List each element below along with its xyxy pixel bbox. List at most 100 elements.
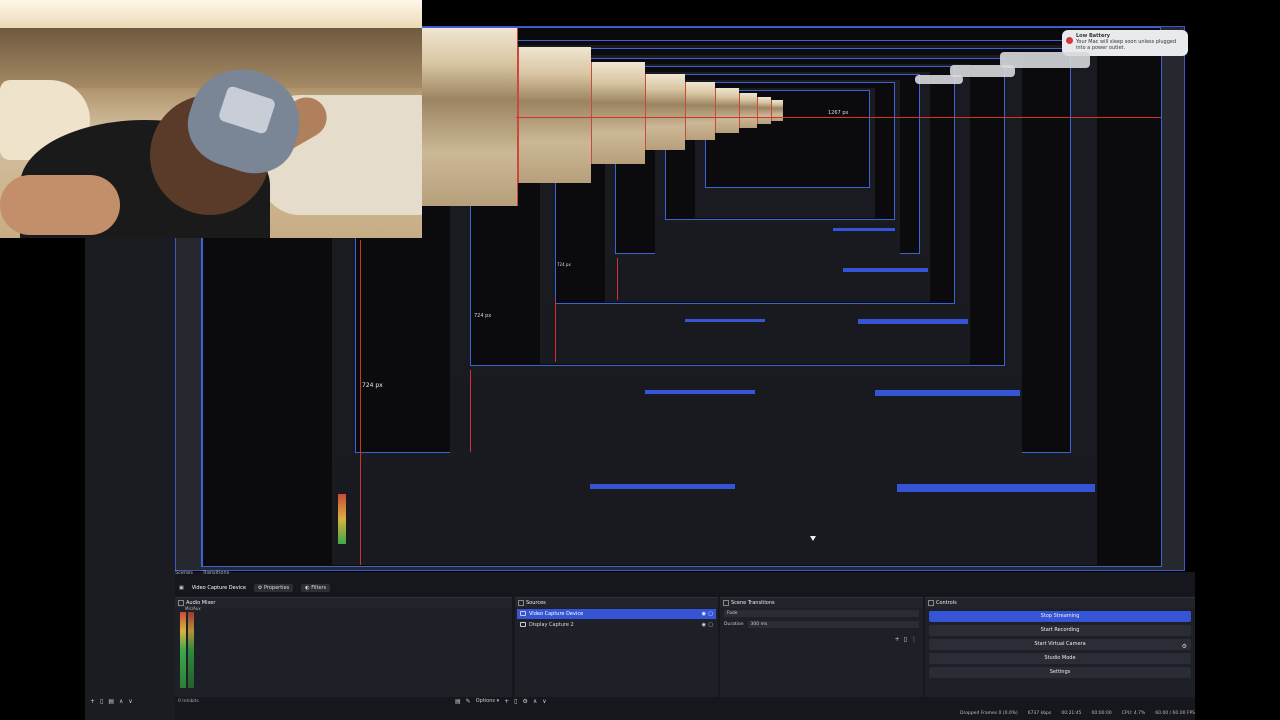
nested-dock-controls [897,484,1095,492]
source-item[interactable]: Video Capture Device ◉ ▢ [517,609,716,619]
tab-transitions[interactable]: Transitions [202,570,229,576]
webcam-echo-6 [715,88,739,133]
scene-transitions-panel: Scene Transitions Fade Duration 300 ms +… [720,597,923,697]
fps: 60.00 / 60.00 FPS [1155,711,1196,716]
nested-dock-sources-3 [685,319,765,322]
nested-dock-controls-2 [875,390,1020,396]
nested-dock-controls-5 [833,228,895,231]
source-toolbar: ▣ Video Capture Device ⚙ Properties ◐ Fi… [175,582,1195,594]
lock-icon[interactable]: ▢ [708,611,713,617]
size-label: 1267 px [828,110,849,116]
status-bar: Dropped Frames 0 (0.0%) 6737 kbps 00:21:… [960,711,1195,716]
source-gear-icon[interactable]: ⚙ [522,698,527,705]
size-label: 724 px [557,262,571,267]
stop-streaming-button[interactable]: Stop Streaming [929,611,1191,622]
duration-input[interactable]: 300 ms [747,621,919,628]
nested-dock-sources-2 [645,390,755,394]
guide-line-horizontal [516,117,1161,118]
move-up-icon[interactable]: ∧ [533,698,537,705]
options-dropdown[interactable]: Options ▾ [476,698,499,705]
move-down-icon[interactable]: ∨ [542,698,546,705]
remove-scene-icon[interactable]: ▯ [100,698,103,705]
sources-title: Sources [515,598,718,608]
start-virtual-camera-button[interactable]: Start Virtual Camera [929,639,1191,650]
webcam-video [0,0,422,238]
webcam-echo-1 [422,28,518,206]
scenes-footer-tools: + ▯ ▤ ∧ ∨ [90,698,133,705]
audio-mixer-title: Audio Mixer [175,598,512,608]
nested-dock-bar-4 [607,258,927,300]
dropped-frames: Dropped Frames 0 (0.0%) [960,711,1018,716]
sources-panel: Sources Video Capture Device ◉ ▢ Display… [515,597,718,697]
rec-time: 00:00:00 [1091,711,1112,716]
move-up-icon[interactable]: ∧ [119,698,123,705]
guide-line-vertical-2 [470,370,471,452]
nested-dock-sources [590,484,735,489]
eye-icon[interactable]: ◉ [702,611,706,617]
source-item[interactable]: Display Capture 2 ◉ ▢ [517,620,716,630]
selected-source-name: Video Capture Device [191,585,246,591]
properties-button[interactable]: ⚙ Properties [253,584,294,592]
webcam-echo-5 [685,82,715,140]
notification-echo [915,75,963,84]
screenshot-icon[interactable]: ▤ [455,698,461,705]
source-item-label: Video Capture Device [529,611,584,617]
add-scene-icon[interactable]: + [90,698,95,705]
cpu-usage: CPU: 4.7% [1121,711,1146,716]
size-label: 724 px [474,313,492,319]
start-recording-button[interactable]: Start Recording [929,625,1191,636]
filters-button[interactable]: ◐ Filters [301,584,331,592]
duration-label: Duration [724,622,744,627]
transition-select[interactable]: Fade [724,610,919,617]
audio-mixer-panel: Audio Mixer Mic/Aux [175,597,512,697]
volume-fader[interactable] [188,612,194,688]
nested-dock-bar [335,462,1097,562]
remove-transition-icon[interactable]: ▯ [904,636,907,643]
transition-select-row: Fade [720,608,923,619]
volume-meter [180,612,186,688]
guide-line-vertical-3 [555,300,556,362]
sources-footer-tools: ▤ ✎ Options ▾ + ▯ ⚙ ∧ ∨ [455,698,547,705]
controls-title: Controls [925,598,1195,608]
eye-icon[interactable]: ◉ [702,622,706,628]
camera-icon: ▣ [179,585,184,591]
edit-icon[interactable]: ✎ [466,698,471,705]
audio-footer-label: 0 Inhibits [178,699,199,704]
scene-tabs: Scenes Transitions [175,570,229,580]
guide-line-vertical-4 [617,258,618,300]
nested-dock-controls-4 [843,268,928,272]
bitrate: 6737 kbps [1027,711,1052,716]
webcam-echo-3 [591,62,645,164]
live-time: 00:21:45 [1061,711,1082,716]
transition-actions: + ▯ ⋮ [895,636,917,643]
nested-dock-bar-5 [657,222,897,252]
duration-row: Duration 300 ms [720,619,923,630]
add-transition-icon[interactable]: + [895,636,900,643]
gear-icon[interactable]: ⚙ [1182,643,1187,650]
nested-dock-controls-3 [858,319,968,324]
lock-icon[interactable]: ▢ [708,622,713,628]
controls-panel: Controls Stop Streaming Start Recording … [925,597,1195,697]
guide-line-vertical-1 [360,240,361,565]
webcam-echo-4 [645,74,685,150]
source-item-label: Display Capture 2 [529,622,574,628]
scene-transitions-title: Scene Transitions [720,598,923,608]
webcam-echo-7 [739,93,757,128]
scene-config-icon[interactable]: ▤ [108,698,114,705]
tab-scenes[interactable]: Scenes [175,570,193,576]
add-source-icon[interactable]: + [504,698,509,705]
notification-body: Your Mac will sleep soon unless plugged … [1076,39,1177,51]
left-dock-strip [85,238,175,720]
remove-source-icon[interactable]: ▯ [514,698,517,705]
camera-icon [520,611,526,616]
move-down-icon[interactable]: ∨ [128,698,132,705]
studio-mode-button[interactable]: Studio Mode [929,653,1191,664]
more-icon[interactable]: ⋮ [911,636,917,643]
battery-warning-icon [1066,37,1073,44]
webcam-echo-2 [518,47,591,183]
mouse-cursor [810,536,816,541]
audio-channel-label: Mic/Aux [185,606,201,611]
nested-dock-bar-3 [542,305,968,363]
monitor-icon [520,622,526,627]
settings-button[interactable]: Settings [929,667,1191,678]
